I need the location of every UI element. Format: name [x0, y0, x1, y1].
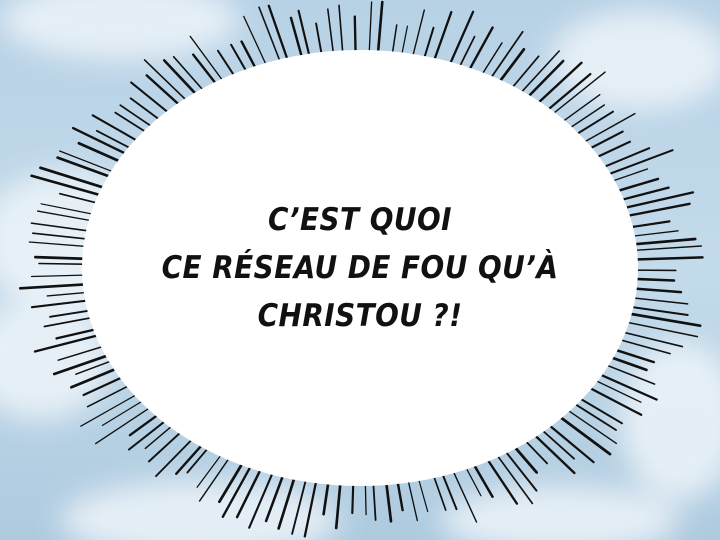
burst-line — [364, 480, 367, 516]
speech-text: C’EST QUOI CE RÉSEAU DE FOU QU’À CHRISTO… — [144, 196, 576, 340]
speech-line-1: C’EST QUOI — [268, 202, 452, 238]
speech-line-3: CHRISTOU ?! — [257, 298, 463, 334]
burst-line — [353, 15, 357, 56]
speech-line-2: CE RÉSEAU DE FOU QU’À — [161, 250, 559, 286]
